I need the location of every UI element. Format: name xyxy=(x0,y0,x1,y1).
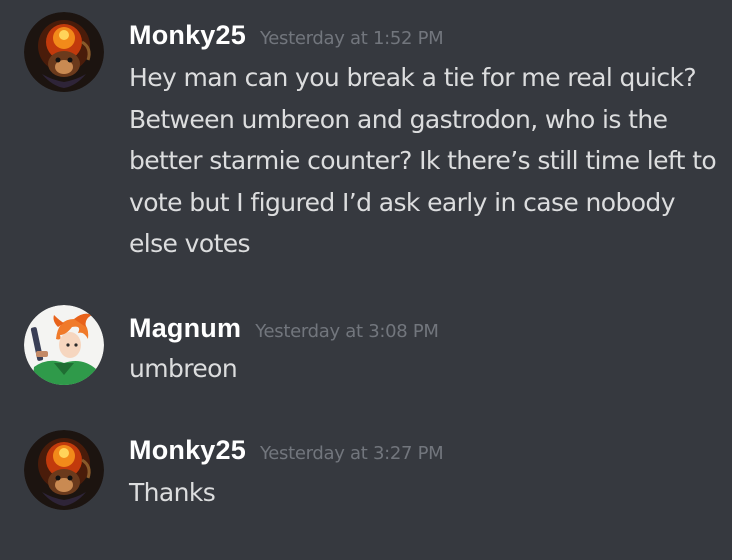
orange-hair-character-avatar-icon xyxy=(24,305,104,385)
message-text: Thanks xyxy=(129,478,216,507)
username[interactable]: Magnum xyxy=(129,313,241,343)
avatar[interactable] xyxy=(24,305,104,385)
avatar[interactable] xyxy=(24,12,104,92)
chat-message-list: Monky25 Yesterday at 1:52 PM Hey man can … xyxy=(0,0,732,560)
timestamp[interactable]: Yesterday at 3:08 PM xyxy=(255,321,439,342)
timestamp[interactable]: Yesterday at 3:27 PM xyxy=(260,443,444,464)
avatar[interactable] xyxy=(24,430,104,510)
monkey-fire-avatar-icon xyxy=(24,430,104,510)
message-item: Monky25 Yesterday at 3:27 PM Thanks xyxy=(0,425,732,525)
monkey-fire-avatar-icon xyxy=(24,12,104,92)
timestamp[interactable]: Yesterday at 1:52 PM xyxy=(260,28,444,49)
message-text: Hey man can you break a tie for me real … xyxy=(129,63,717,258)
message-item: Magnum Yesterday at 3:08 PM umbreon xyxy=(0,300,732,400)
username[interactable]: Monky25 xyxy=(129,20,246,50)
message-item: Monky25 Yesterday at 1:52 PM Hey man can … xyxy=(0,0,732,290)
username[interactable]: Monky25 xyxy=(129,435,246,465)
message-text: umbreon xyxy=(129,354,238,383)
